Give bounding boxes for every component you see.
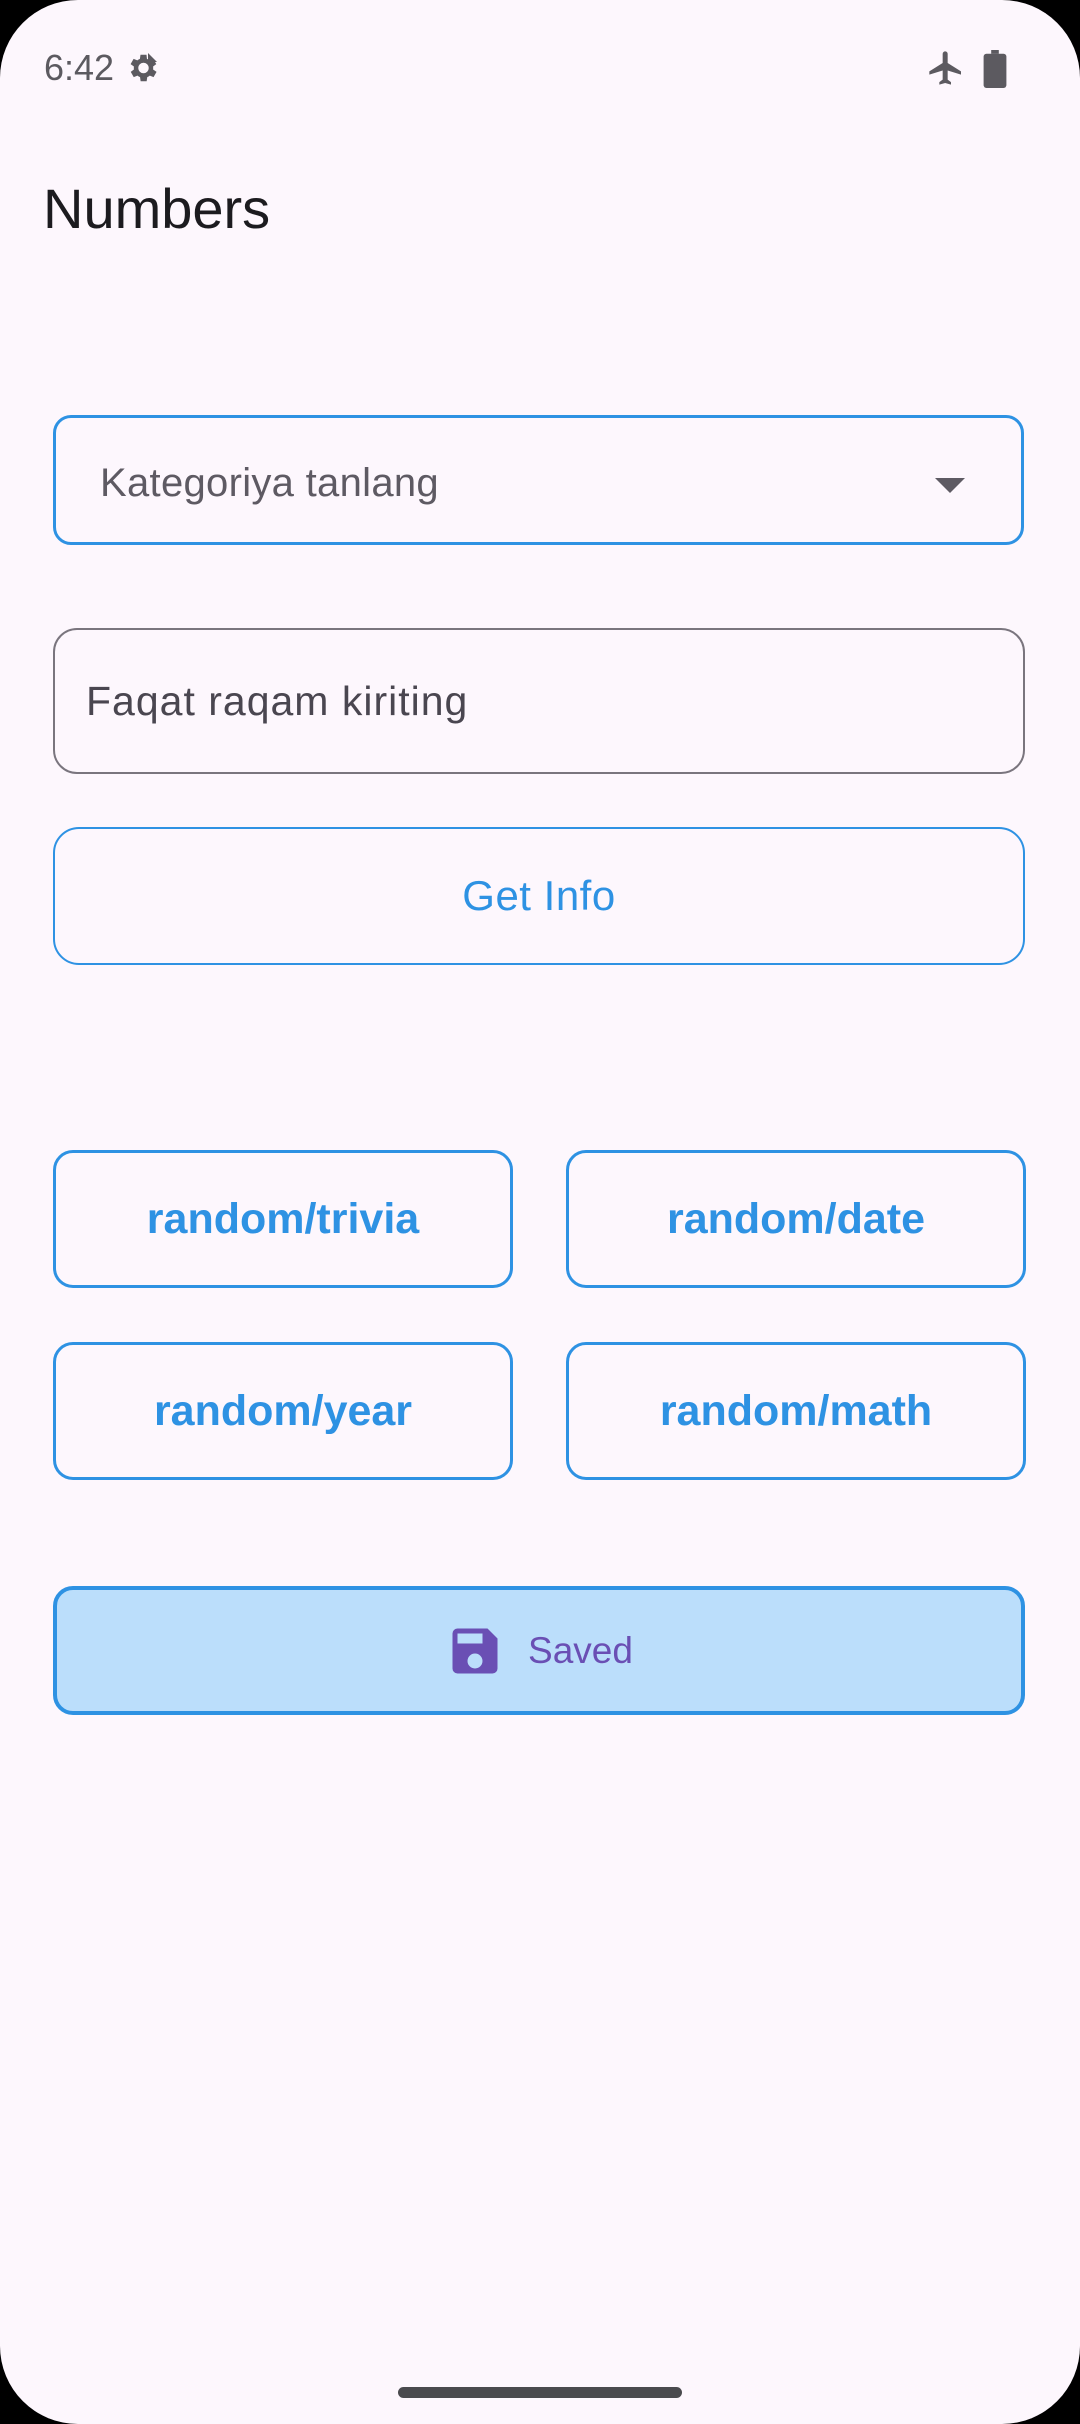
number-input[interactable] [53, 628, 1025, 774]
category-dropdown-label: Kategoriya tanlang [100, 461, 439, 505]
status-time: 6:42 [44, 47, 115, 88]
battery-icon [983, 50, 1007, 88]
page-title: Numbers [43, 177, 271, 240]
airplane-mode-icon [929, 51, 961, 85]
home-indicator[interactable] [398, 2387, 682, 2398]
saved-button[interactable]: Saved [53, 1586, 1025, 1715]
category-dropdown[interactable]: Kategoriya tanlang [53, 415, 1024, 545]
save-icon [452, 1628, 498, 1673]
arrow-drop-down-icon [935, 478, 965, 493]
random-year-button[interactable]: random/year [53, 1342, 513, 1480]
saved-button-label: Saved [528, 1629, 633, 1671]
random-date-button[interactable]: random/date [566, 1150, 1026, 1288]
random-math-button[interactable]: random/math [566, 1342, 1026, 1480]
app-screen: 6:42 Numbers Kategoriya tanlang Get Info… [0, 0, 1080, 2424]
get-info-button[interactable]: Get Info [53, 827, 1025, 965]
settings-icon [130, 53, 157, 82]
random-trivia-button[interactable]: random/trivia [53, 1150, 513, 1288]
